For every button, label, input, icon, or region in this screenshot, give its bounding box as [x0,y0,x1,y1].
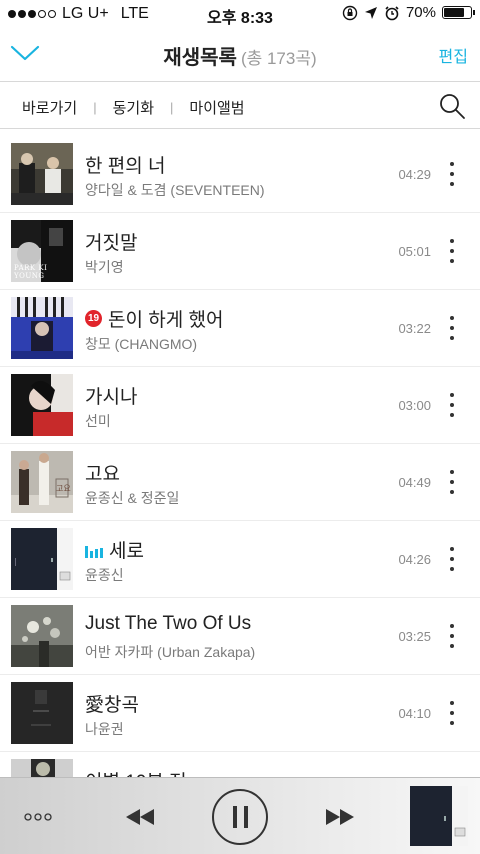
rewind-icon[interactable] [118,778,162,854]
album-cover: 고요 [11,451,73,513]
song-artist: 창모 (CHANGMO) [85,336,198,352]
album-cover [11,682,73,744]
title-bar: 재생목록 (총 173곡) 편집 [0,28,480,82]
song-row[interactable]: 19 돈이 하게 했어 창모 (CHANGMO) 03:22 [0,290,480,367]
more-options-icon[interactable] [444,162,460,186]
song-artist: 윤종신 [85,567,124,583]
song-title-text: 돈이 하게 했어 [108,310,224,331]
more-options-icon[interactable] [444,624,460,648]
more-options-icon[interactable] [444,316,460,340]
song-title: 한 편의 너 [85,151,165,178]
age-19-badge: 19 [85,310,102,327]
song-duration: 03:25 [398,629,431,644]
album-cover [11,374,73,436]
song-artist: 양다일 & 도겸 (SEVENTEEN) [85,182,265,198]
more-options-icon[interactable] [444,239,460,263]
song-title-text: 고요 [85,464,120,485]
nav-bar: 바로가기 | 동기화 | 마이앨범 [0,82,480,129]
song-title-text: 愛창곡 [85,695,139,716]
more-options-icon[interactable] [444,701,460,725]
more-options-icon[interactable] [444,393,460,417]
song-title-text: 세로 [109,541,144,562]
song-duration: 04:49 [398,475,431,490]
song-title: Just The Two Of Us [85,613,251,635]
status-bar: LG U+ LTE 오후 8:33 70% [0,0,480,28]
song-row[interactable]: 한 편의 너 양다일 & 도겸 (SEVENTEEN) 04:29 [0,136,480,213]
song-count: (총 173곡) [240,49,317,68]
song-title: 가시나 [85,382,137,409]
more-options-icon[interactable] [444,547,460,571]
alarm-icon [385,5,399,20]
album-cover [11,605,73,667]
song-artist: 박기영 [85,259,124,275]
more-options-icon[interactable] [444,470,460,494]
cover-text: PARK KI YOUNG [14,264,48,280]
song-duration: 04:26 [398,552,431,567]
nav-shortcut[interactable]: 바로가기 [22,97,77,118]
song-title: 세로 [85,536,144,563]
fast-forward-icon[interactable] [318,778,362,854]
page-title-text: 재생목록 [163,47,237,69]
nav-links: 바로가기 | 동기화 | 마이앨범 [22,97,245,118]
more-dots-icon[interactable] [18,778,58,854]
search-icon[interactable] [438,92,466,120]
song-duration: 03:00 [398,398,431,413]
song-title-text: 거짓말 [85,233,138,254]
song-row[interactable]: 愛창곡 나윤권 04:10 [0,675,480,752]
player-bar [0,777,480,854]
now-playing-equalizer-icon [85,542,103,558]
song-row[interactable]: Just The Two Of Us 어반 자카파 (Urban Zakapa)… [0,598,480,675]
song-title: 고요 [85,459,120,486]
song-title: 愛창곡 [85,690,139,717]
song-title-text: 한 편의 너 [85,156,166,177]
song-title-text: Just The Two Of Us [85,613,252,634]
album-cover: PARK KI YOUNG [11,220,73,282]
nav-sync[interactable]: 동기화 [113,97,154,118]
cover-text: 고요 [56,484,71,493]
song-title: 거짓말 [85,228,137,255]
song-duration: 04:29 [398,167,431,182]
pause-button[interactable] [210,778,270,854]
song-duration: 04:10 [398,706,431,721]
song-artist: 윤종신 & 정준일 [85,490,180,506]
album-cover [11,143,73,205]
song-row[interactable]: 고요 고요 윤종신 & 정준일 04:49 [0,444,480,521]
song-duration: 03:22 [398,321,431,336]
song-title: 19 돈이 하게 했어 [85,305,223,332]
album-cover [11,297,73,359]
nav-divider: | [170,100,174,115]
song-duration: 05:01 [398,244,431,259]
song-row[interactable]: 세로 윤종신 04:26 [0,521,480,598]
album-cover [11,528,73,590]
song-row[interactable]: 가시나 선미 03:00 [0,367,480,444]
status-right: 70% [342,4,475,21]
song-title-text: 가시나 [85,387,138,408]
song-artist: 어반 자카파 (Urban Zakapa) [85,644,256,660]
battery-percent: 70% [405,4,436,21]
song-list: 한 편의 너 양다일 & 도겸 (SEVENTEEN) 04:29 PARK K… [0,136,480,829]
song-artist: 나윤권 [85,721,124,737]
nav-my-album[interactable]: 마이앨범 [189,97,244,118]
page-title: 재생목록 (총 173곡) [0,41,480,70]
now-playing-cover[interactable] [410,786,468,846]
pause-icon [212,788,268,845]
orientation-lock-icon [342,5,358,20]
edit-button[interactable]: 편집 [439,43,468,67]
battery-icon [442,6,475,19]
nav-divider: | [93,100,97,115]
song-row[interactable]: PARK KI YOUNG 거짓말 박기영 05:01 [0,213,480,290]
song-artist: 선미 [85,413,111,429]
location-icon [364,6,377,19]
